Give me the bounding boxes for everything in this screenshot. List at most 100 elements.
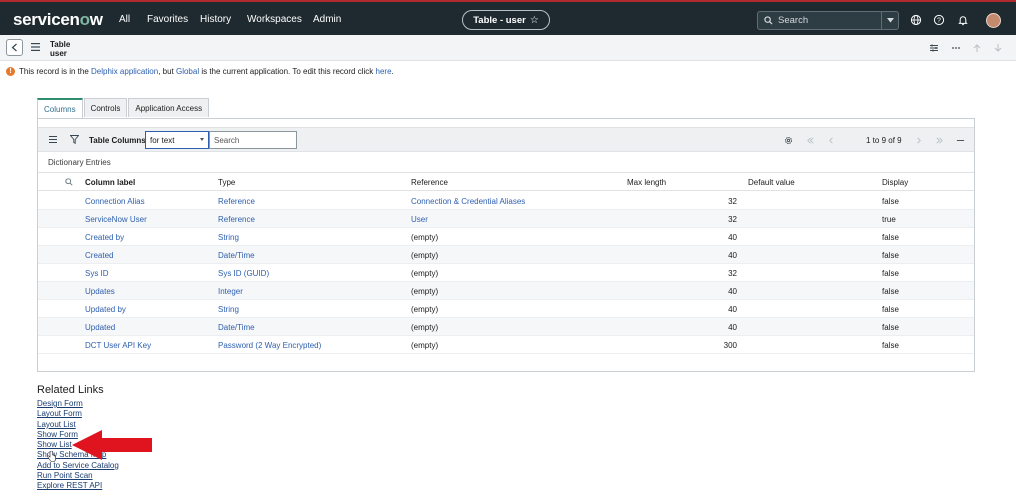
column-header-type[interactable]: Type [218, 178, 235, 187]
back-button[interactable] [6, 39, 23, 56]
search-field-select[interactable]: for text [145, 131, 209, 149]
application-scope-notice: ! This record is in the Delphix applicat… [6, 67, 394, 76]
first-page-icon[interactable] [806, 136, 815, 145]
nav-admin[interactable]: Admin [313, 14, 341, 25]
cell-type[interactable]: Reference [218, 197, 255, 206]
column-header-max-length[interactable]: Max length [627, 178, 666, 187]
global-link[interactable]: Global [176, 67, 199, 76]
related-links-title: Related Links [37, 384, 104, 396]
search-field-value: for text [150, 135, 175, 145]
column-header-reference[interactable]: Reference [411, 178, 448, 187]
gear-icon[interactable] [784, 136, 793, 145]
servicenow-logo[interactable]: servicenow [13, 10, 103, 30]
cell-type[interactable]: Date/Time [218, 251, 255, 260]
previous-page-icon[interactable] [827, 136, 836, 145]
cell-display: false [882, 251, 899, 260]
more-options-icon[interactable] [951, 43, 961, 53]
cell-type[interactable]: Reference [218, 215, 255, 224]
cell-reference[interactable]: Connection & Credential Aliases [411, 197, 525, 206]
context-pill[interactable]: Table - user ☆ [462, 10, 550, 30]
cell-column-label[interactable]: DCT User API Key [85, 341, 151, 350]
cell-type[interactable]: Sys ID (GUID) [218, 269, 269, 278]
cell-display: false [882, 269, 899, 278]
cell-type[interactable]: Password (2 Way Encrypted) [218, 341, 321, 350]
search-scope-dropdown[interactable] [881, 11, 899, 30]
form-menu-icon[interactable] [31, 43, 40, 51]
globe-icon[interactable] [910, 14, 922, 26]
column-header-display[interactable]: Display [882, 178, 908, 187]
cell-max-length: 32 [728, 197, 737, 206]
cell-column-label[interactable]: Created [85, 251, 113, 260]
cell-type[interactable]: String [218, 233, 239, 242]
tab-columns[interactable]: Columns [37, 98, 83, 118]
form-tabs: Columns Controls Application Access [37, 98, 210, 118]
cell-display: false [882, 287, 899, 296]
cell-column-label[interactable]: Connection Alias [85, 197, 145, 206]
help-icon[interactable]: ? [933, 14, 945, 26]
next-page-icon[interactable] [914, 136, 923, 145]
table-row: ServiceNow User Reference User 32 true [38, 210, 974, 228]
tab-controls[interactable]: Controls [83, 98, 128, 117]
filter-icon[interactable] [70, 135, 79, 144]
table-row: Updates Integer (empty) 40 false [38, 282, 974, 300]
column-header-label[interactable]: Column label [85, 178, 135, 187]
last-page-icon[interactable] [935, 136, 944, 145]
arrow-down-icon[interactable] [993, 43, 1003, 53]
cell-display: false [882, 341, 899, 350]
bell-icon[interactable] [957, 14, 969, 26]
add-to-service-catalog-link[interactable]: Add to Service Catalog [37, 461, 119, 471]
cell-reference[interactable]: User [411, 215, 428, 224]
cell-column-label[interactable]: Updates [85, 287, 115, 296]
run-point-scan-link[interactable]: Run Point Scan [37, 471, 119, 481]
delphix-application-link[interactable]: Delphix application [91, 67, 158, 76]
cell-max-length: 40 [728, 305, 737, 314]
cell-display: false [882, 233, 899, 242]
nav-history[interactable]: History [200, 14, 231, 25]
list-menu-icon[interactable] [49, 136, 57, 143]
cell-type[interactable]: Date/Time [218, 323, 255, 332]
cell-max-length: 40 [728, 251, 737, 260]
collapse-icon[interactable] [956, 136, 965, 145]
cell-type[interactable]: String [218, 305, 239, 314]
tab-application-access[interactable]: Application Access [128, 98, 210, 117]
table-row: Connection Alias Reference Connection & … [38, 192, 974, 210]
nav-all[interactable]: All [119, 14, 130, 25]
cell-column-label[interactable]: Created by [85, 233, 124, 242]
list-search-input[interactable]: Search [209, 131, 297, 149]
list-header: Table Columns for text Search 1 to 9 of … [38, 127, 974, 152]
form-title-record: user [50, 49, 67, 58]
cell-reference: (empty) [411, 323, 439, 332]
arrow-up-icon[interactable] [972, 43, 982, 53]
explore-rest-api-link[interactable]: Explore REST API [37, 481, 119, 491]
cell-column-label[interactable]: Updated by [85, 305, 126, 314]
cell-column-label[interactable]: ServiceNow User [85, 215, 147, 224]
cell-max-length: 40 [728, 323, 737, 332]
layout-list-link[interactable]: Layout List [37, 420, 119, 430]
star-icon[interactable]: ☆ [530, 15, 539, 26]
column-header-default-value[interactable]: Default value [748, 178, 795, 187]
cell-max-length: 40 [728, 287, 737, 296]
global-search-input[interactable]: Search [757, 11, 882, 30]
cell-display: true [882, 215, 896, 224]
cell-display: false [882, 305, 899, 314]
caret-down-icon [200, 138, 204, 141]
user-avatar[interactable] [986, 13, 1001, 28]
nav-workspaces[interactable]: Workspaces [247, 14, 302, 25]
here-link[interactable]: here [376, 67, 392, 76]
cell-reference: (empty) [411, 251, 439, 260]
cell-reference: (empty) [411, 233, 439, 242]
cell-column-label[interactable]: Updated [85, 323, 115, 332]
nav-favorites[interactable]: Favorites [147, 14, 188, 25]
cell-column-label[interactable]: Sys ID [85, 269, 109, 278]
form-title-table: Table [50, 40, 71, 49]
list-title: Table Columns [89, 136, 146, 145]
design-form-link[interactable]: Design Form [37, 399, 119, 409]
layout-form-link[interactable]: Layout Form [37, 409, 119, 419]
context-pill-label: Table - user [473, 14, 526, 26]
cell-type[interactable]: Integer [218, 287, 243, 296]
settings-sliders-icon[interactable] [929, 43, 939, 53]
search-icon[interactable] [65, 178, 73, 186]
cell-reference: (empty) [411, 341, 439, 350]
cell-reference: (empty) [411, 269, 439, 278]
columns-panel: Table Columns for text Search 1 to 9 of … [37, 118, 975, 372]
